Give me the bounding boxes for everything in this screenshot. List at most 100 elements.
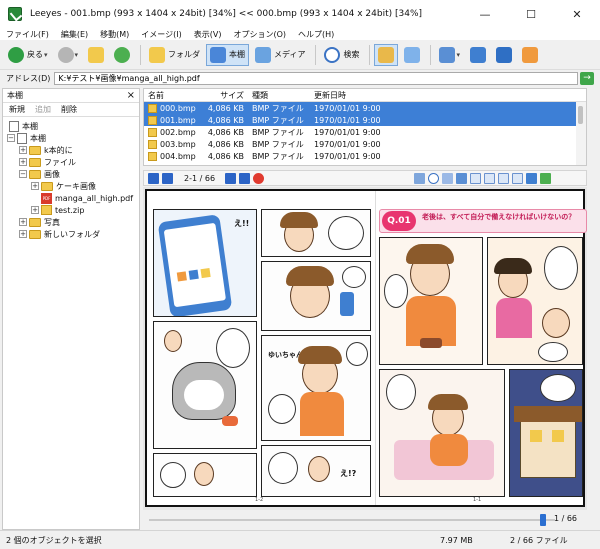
expand-icon[interactable]: +: [19, 230, 27, 238]
media-button[interactable]: メディア: [251, 44, 309, 66]
window-tile-button[interactable]: [492, 44, 516, 66]
maximize-button[interactable]: ☐: [508, 0, 554, 28]
speech-bubble: [544, 246, 578, 290]
back-button[interactable]: 戻る ▾: [4, 44, 52, 66]
column-header-name[interactable]: 名前: [144, 90, 200, 101]
rotate-icon[interactable]: [456, 172, 468, 184]
close-button[interactable]: ✕: [554, 0, 600, 28]
file-date: 1970/01/01 9:00: [314, 115, 381, 125]
double-page-icon[interactable]: [484, 172, 496, 184]
stats-button[interactable]: [518, 44, 542, 66]
bookshelf-label: 本棚: [229, 50, 246, 59]
table-row[interactable]: 001.bmp 4,086 KB BMP ファイル 1970/01/01 9:0…: [144, 114, 586, 126]
page-slider-thumb[interactable]: [539, 514, 546, 526]
go-arrow-icon[interactable]: →: [580, 71, 594, 85]
tree-item[interactable]: + k本的に: [3, 144, 139, 156]
slideshow-icon[interactable]: [253, 172, 265, 184]
minimize-button[interactable]: —: [462, 0, 508, 28]
column-header-type[interactable]: 種類: [252, 90, 314, 101]
picture-icon[interactable]: [540, 172, 552, 184]
tree-view-button[interactable]: [374, 43, 399, 66]
actual-size-icon[interactable]: [442, 172, 454, 184]
page-right-icon[interactable]: [512, 172, 524, 184]
column-header-size[interactable]: サイズ: [200, 90, 252, 101]
menu-view[interactable]: 表示(V): [194, 29, 222, 40]
expand-icon[interactable]: +: [19, 146, 27, 154]
file-type: BMP ファイル: [252, 139, 304, 149]
tree-item[interactable]: + ファイル: [3, 156, 139, 168]
table-row[interactable]: 004.bmp 4,086 KB BMP ファイル 1970/01/01 9:0…: [144, 150, 586, 162]
refresh-button[interactable]: [110, 44, 134, 66]
menu-options[interactable]: オプション(O): [233, 29, 286, 40]
expand-icon[interactable]: +: [31, 206, 39, 214]
tree-item[interactable]: + 写真: [3, 216, 139, 228]
layout-button[interactable]: [466, 44, 490, 66]
expand-icon[interactable]: +: [19, 218, 27, 226]
delete-button[interactable]: 削除: [61, 104, 77, 115]
tree-item[interactable]: + ケーキ画像: [3, 180, 139, 192]
bmp-file-icon: [148, 115, 157, 125]
first-page-icon[interactable]: [148, 172, 159, 184]
single-page-icon[interactable]: [470, 172, 482, 184]
app-tile: [188, 269, 199, 280]
zoom-icon[interactable]: [428, 172, 440, 184]
menu-move[interactable]: 移動(M): [100, 29, 129, 40]
search-label: 検索: [343, 50, 360, 59]
copy-view-button[interactable]: [400, 44, 424, 66]
file-list-scrollbar[interactable]: [576, 102, 586, 165]
tree-item[interactable]: 本棚: [3, 120, 139, 132]
character-small: [308, 456, 330, 482]
menu-file[interactable]: ファイル(F): [6, 29, 49, 40]
spread-page-icon[interactable]: [498, 172, 510, 184]
table-row[interactable]: 003.bmp 4,086 KB BMP ファイル 1970/01/01 9:0…: [144, 138, 586, 150]
folder-button[interactable]: フォルダ: [145, 44, 204, 66]
menu-image[interactable]: イメージ(I): [141, 29, 181, 40]
page-slider-track[interactable]: [149, 519, 555, 521]
scrollbar-thumb[interactable]: [578, 106, 583, 124]
speech-bubble: [342, 266, 366, 288]
tree-item[interactable]: + test.zip: [3, 204, 139, 216]
fit-page-icon[interactable]: [414, 172, 426, 184]
thumbnail-view-button[interactable]: ▾: [435, 44, 464, 66]
close-icon[interactable]: ×: [127, 90, 135, 101]
last-page-icon[interactable]: [239, 172, 251, 184]
folder-icon: [29, 157, 41, 167]
prev-page-icon[interactable]: [162, 172, 173, 184]
manga-panel: [261, 209, 371, 257]
bookshelf-button[interactable]: 本棚: [206, 43, 250, 66]
address-label: アドレス(D): [6, 73, 51, 83]
tree-item[interactable]: − 本棚: [3, 132, 139, 144]
up-folder-button[interactable]: [84, 44, 108, 66]
toolbar-separator: [315, 44, 317, 65]
character-hair: [428, 394, 468, 410]
collapse-icon[interactable]: −: [19, 170, 27, 178]
file-date: 1970/01/01 9:00: [314, 139, 381, 149]
column-header-date[interactable]: 更新日時: [314, 90, 424, 101]
speech-bubble: [268, 394, 296, 424]
add-button[interactable]: 追加: [35, 104, 51, 115]
fullscreen-icon[interactable]: [526, 172, 538, 184]
pdf-icon: PDF: [41, 192, 52, 204]
file-size: 4,086 KB: [207, 103, 244, 113]
manga-panel: [153, 453, 257, 497]
forward-arrow-icon: [57, 46, 74, 63]
expand-icon[interactable]: +: [19, 158, 27, 166]
tree-item[interactable]: + 新しいフォルダ: [3, 228, 139, 240]
menu-edit[interactable]: 編集(E): [61, 29, 88, 40]
image-viewer[interactable]: え!! ゆいちゃん!! え!? 1-2 Q.01 老後は、すべて自分で備えなけれ…: [143, 187, 587, 510]
tree-item[interactable]: − 画像: [3, 168, 139, 180]
forward-button[interactable]: ▾: [54, 44, 83, 66]
search-button[interactable]: 検索: [320, 44, 363, 66]
next-page-icon[interactable]: [225, 172, 237, 184]
tree-item-label: ファイル: [44, 157, 76, 167]
menu-help[interactable]: ヘルプ(H): [298, 29, 334, 40]
new-button[interactable]: 新規: [9, 104, 25, 115]
table-row[interactable]: 002.bmp 4,086 KB BMP ファイル 1970/01/01 9:0…: [144, 126, 586, 138]
status-size: 7.97 MB: [440, 535, 473, 545]
tree-item[interactable]: PDF manga_all_high.pdf: [3, 192, 139, 204]
expand-icon[interactable]: +: [31, 182, 39, 190]
table-row[interactable]: 000.bmp 4,086 KB BMP ファイル 1970/01/01 9:0…: [144, 102, 586, 114]
collapse-icon[interactable]: −: [7, 134, 15, 142]
bmp-file-icon: [148, 103, 157, 113]
address-input[interactable]: [54, 71, 578, 85]
